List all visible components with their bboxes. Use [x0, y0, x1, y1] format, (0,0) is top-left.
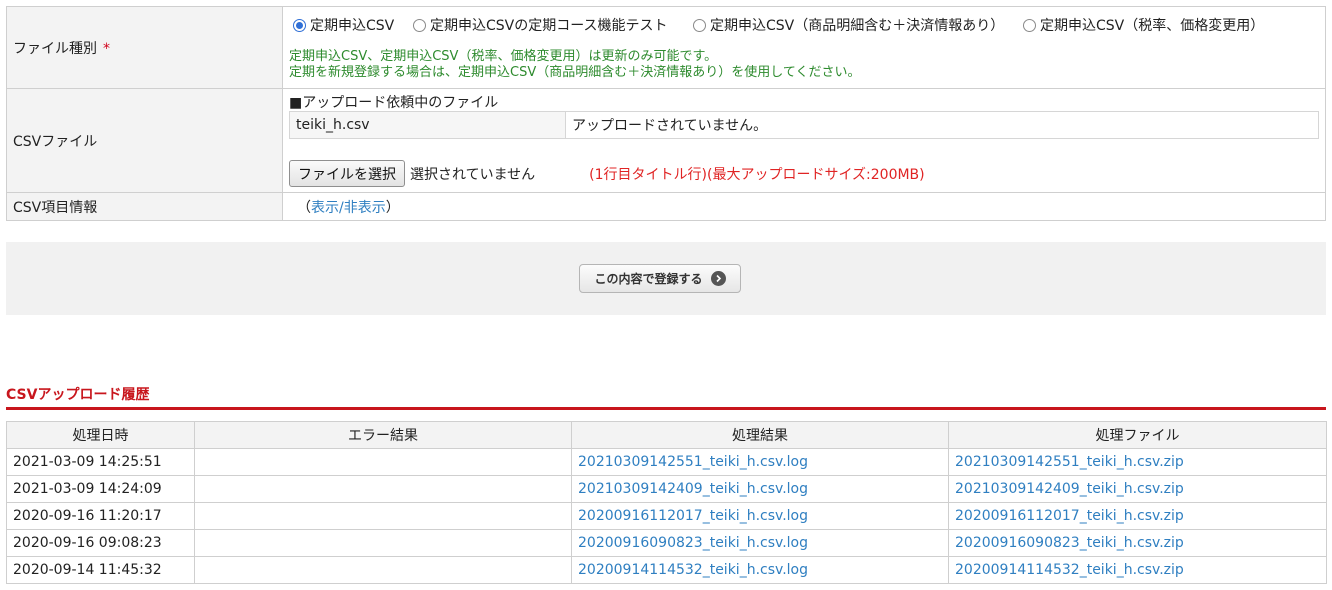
- csv-file-row: CSVファイル ■アップロード依頼中のファイル teiki_h.csv アップロ…: [6, 88, 1326, 193]
- note-line-1: 定期申込CSV、定期申込CSV（税率、価格変更用）は更新のみ可能です。: [289, 49, 718, 64]
- file-type-row: ファイル種別 * 定期申込CSV 定期申込CSVの定期コース機能テスト 定期申込C…: [6, 6, 1326, 89]
- result-log-link[interactable]: 20200916090823_teiki_h.csv.log: [578, 535, 808, 551]
- no-file-selected-text: 選択されていません: [410, 166, 536, 183]
- csv-file-value-cell: ■アップロード依頼中のファイル teiki_h.csv アップロードされていませ…: [282, 88, 1326, 193]
- register-button[interactable]: この内容で登録する: [579, 264, 741, 293]
- radio-icon[interactable]: [293, 18, 306, 32]
- file-zip-link[interactable]: 20200916090823_teiki_h.csv.zip: [955, 535, 1184, 551]
- file-type-notes: 定期申込CSV、定期申込CSV（税率、価格変更用）は更新のみ可能です。 定期を新…: [289, 49, 860, 81]
- cell-date: 2020-09-16 11:20:17: [6, 502, 195, 530]
- history-section-title: CSVアップロード履歴: [6, 387, 150, 403]
- cell-error: [194, 475, 572, 503]
- column-header-date: 処理日時: [6, 421, 195, 449]
- file-type-radio-group: 定期申込CSV 定期申込CSVの定期コース機能テスト 定期申込CSV（商品明細含…: [293, 15, 1319, 35]
- toggle-wrapper: （表示/非表示）: [297, 200, 400, 216]
- file-type-label: ファイル種別: [13, 40, 97, 57]
- file-zip-link[interactable]: 20200914114532_teiki_h.csv.zip: [955, 562, 1184, 578]
- cell-date: 2021-03-09 14:25:51: [6, 448, 195, 476]
- result-log-link[interactable]: 20210309142409_teiki_h.csv.log: [578, 481, 808, 497]
- paren-open: （: [297, 199, 311, 216]
- table-row: 2021-03-09 14:25:51 20210309142551_teiki…: [6, 448, 1327, 476]
- csv-info-label: CSV項目情報: [13, 199, 98, 216]
- file-zip-link[interactable]: 20200916112017_teiki_h.csv.zip: [955, 508, 1184, 524]
- radio-label: 定期申込CSVの定期コース機能テスト: [430, 18, 668, 34]
- table-row: 2020-09-16 11:20:17 20200916112017_teiki…: [6, 502, 1327, 530]
- pending-upload-heading: ■アップロード依頼中のファイル: [289, 95, 499, 111]
- table-row: 2021-03-09 14:24:09 20210309142409_teiki…: [6, 475, 1327, 503]
- column-header-result: 処理結果: [571, 421, 949, 449]
- radio-option-tax-price[interactable]: 定期申込CSV（税率、価格変更用）: [1023, 15, 1264, 35]
- history-section-divider: [6, 407, 1326, 410]
- upload-size-note: (1行目タイトル行)(最大アップロードサイズ:200MB): [589, 166, 925, 183]
- column-header-file: 処理ファイル: [948, 421, 1327, 449]
- pending-file-name: teiki_h.csv: [289, 111, 566, 139]
- required-mark: *: [103, 40, 110, 57]
- paren-close: ）: [385, 199, 400, 216]
- file-type-value-cell: 定期申込CSV 定期申込CSVの定期コース機能テスト 定期申込CSV（商品明細含…: [282, 6, 1326, 89]
- pending-upload-row: teiki_h.csv アップロードされていません。: [289, 111, 1319, 139]
- radio-option-course-test[interactable]: 定期申込CSVの定期コース機能テスト: [413, 15, 668, 35]
- result-log-link[interactable]: 20200916112017_teiki_h.csv.log: [578, 508, 808, 524]
- radio-label: 定期申込CSV: [310, 18, 395, 34]
- pending-file-status: アップロードされていません。: [565, 111, 1319, 139]
- radio-icon[interactable]: [413, 18, 426, 32]
- radio-label: 定期申込CSV（商品明細含む＋決済情報あり）: [710, 18, 1005, 34]
- pending-upload-table: teiki_h.csv アップロードされていません。: [289, 111, 1319, 139]
- history-header-row: 処理日時 エラー結果 処理結果 処理ファイル: [6, 421, 1327, 449]
- cell-error: [194, 556, 572, 584]
- table-row: 2020-09-16 09:08:23 20200916090823_teiki…: [6, 529, 1327, 557]
- csv-file-label: CSVファイル: [13, 133, 98, 150]
- csv-info-label-cell: CSV項目情報: [6, 192, 283, 221]
- choose-file-button[interactable]: ファイルを選択: [289, 160, 405, 187]
- show-hide-link[interactable]: 表示/非表示: [311, 200, 386, 216]
- arrow-right-circle-icon: [710, 271, 726, 286]
- submit-bar: この内容で登録する: [6, 242, 1326, 315]
- radio-icon[interactable]: [693, 18, 706, 32]
- register-button-label: この内容で登録する: [594, 272, 703, 286]
- column-header-error: エラー結果: [194, 421, 572, 449]
- upload-form-table: ファイル種別 * 定期申込CSV 定期申込CSVの定期コース機能テスト 定期申込C…: [6, 6, 1326, 221]
- table-row: 2020-09-14 11:45:32 20200914114532_teiki…: [6, 556, 1327, 584]
- radio-option-teiki-csv[interactable]: 定期申込CSV: [293, 15, 394, 35]
- note-line-2: 定期を新規登録する場合は、定期申込CSV（商品明細含む＋決済情報あり）を使用して…: [289, 65, 861, 80]
- cell-error: [194, 448, 572, 476]
- cell-error: [194, 529, 572, 557]
- radio-option-with-payment[interactable]: 定期申込CSV（商品明細含む＋決済情報あり）: [693, 15, 1004, 35]
- cell-date: 2020-09-16 09:08:23: [6, 529, 195, 557]
- file-zip-link[interactable]: 20210309142409_teiki_h.csv.zip: [955, 481, 1184, 497]
- file-chooser-row: ファイルを選択 選択されていません (1行目タイトル行)(最大アップロードサイズ…: [289, 160, 1309, 187]
- csv-info-value-cell: （表示/非表示）: [282, 192, 1326, 221]
- csv-info-row: CSV項目情報 （表示/非表示）: [6, 192, 1326, 221]
- result-log-link[interactable]: 20210309142551_teiki_h.csv.log: [578, 454, 808, 470]
- cell-date: 2021-03-09 14:24:09: [6, 475, 195, 503]
- csv-file-label-cell: CSVファイル: [6, 88, 283, 193]
- result-log-link[interactable]: 20200914114532_teiki_h.csv.log: [578, 562, 808, 578]
- file-zip-link[interactable]: 20210309142551_teiki_h.csv.zip: [955, 454, 1184, 470]
- radio-label: 定期申込CSV（税率、価格変更用）: [1040, 18, 1265, 34]
- file-type-label-cell: ファイル種別 *: [6, 6, 283, 89]
- cell-error: [194, 502, 572, 530]
- radio-icon[interactable]: [1023, 18, 1036, 32]
- cell-date: 2020-09-14 11:45:32: [6, 556, 195, 584]
- history-table: 処理日時 エラー結果 処理結果 処理ファイル 2021-03-09 14:25:…: [6, 421, 1327, 584]
